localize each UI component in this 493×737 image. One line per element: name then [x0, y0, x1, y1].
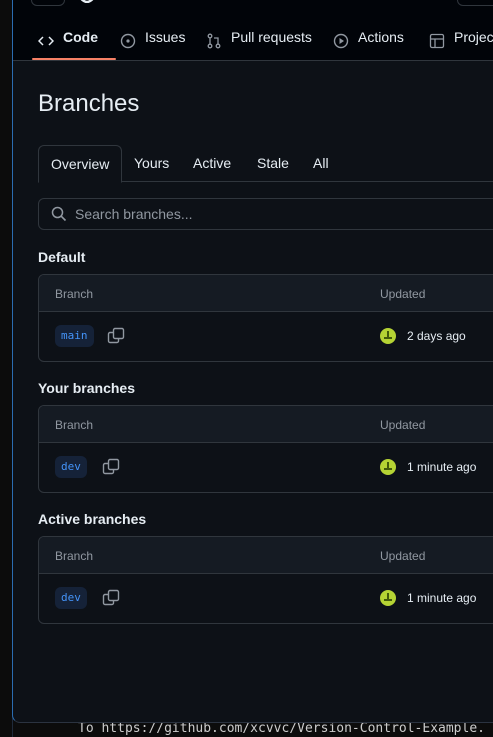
tab-stale[interactable]: Stale	[257, 145, 289, 181]
avatar[interactable]	[380, 590, 396, 606]
tab-pull-requests[interactable]: Pull requests	[206, 22, 312, 60]
repo-nav: Code Issues Pull requests Actions Projec	[13, 22, 493, 60]
section-title-your-branches: Your branches	[38, 380, 135, 396]
table-row: dev 1 minute ago	[39, 443, 493, 492]
repo-header: Code Issues Pull requests Actions Projec	[13, 0, 493, 61]
avatar[interactable]	[380, 328, 396, 344]
column-header-updated: Updated	[380, 549, 426, 563]
issue-opened-icon	[120, 29, 136, 49]
table-header: Branch Updated	[39, 537, 493, 574]
tab-issues-label: Issues	[145, 29, 186, 45]
branch-table-yours: Branch Updated dev 1 minute ago	[38, 405, 493, 493]
play-icon	[333, 29, 349, 49]
column-header-updated: Updated	[380, 418, 426, 432]
browser-window: Code Issues Pull requests Actions Projec…	[12, 0, 493, 723]
tab-yours[interactable]: Yours	[134, 145, 169, 181]
table-row: main 2 days ago	[39, 312, 493, 361]
search-branches	[38, 198, 493, 230]
active-tab-underline	[32, 58, 116, 60]
search-input[interactable]	[75, 204, 475, 224]
updated-time: 1 minute ago	[407, 591, 477, 605]
tab-projects[interactable]: Projec	[429, 22, 493, 60]
tab-overview[interactable]: Overview	[38, 145, 123, 183]
branch-name-link[interactable]: main	[55, 325, 94, 347]
tab-issues[interactable]: Issues	[120, 22, 185, 60]
tab-projects-label: Projec	[454, 29, 493, 45]
github-logo-icon[interactable]	[77, 0, 97, 8]
tab-pull-requests-label: Pull requests	[231, 29, 312, 45]
copy-icon[interactable]	[102, 458, 120, 476]
page-title: Branches	[38, 90, 140, 117]
updated-time: 2 days ago	[407, 329, 466, 343]
tab-code[interactable]: Code	[37, 22, 98, 60]
column-header-updated: Updated	[380, 287, 426, 301]
table-icon	[429, 29, 445, 49]
search-icon	[51, 206, 67, 222]
tab-code-label: Code	[63, 29, 98, 45]
branch-name-link[interactable]: dev	[55, 456, 87, 478]
menu-button[interactable]	[31, 0, 65, 6]
branch-filter-tabs: Overview Yours Active Stale All	[38, 145, 493, 183]
branch-table-active: Branch Updated dev 1 minute ago	[38, 536, 493, 624]
code-icon	[37, 29, 55, 46]
updated-time: 1 minute ago	[407, 460, 477, 474]
section-title-active-branches: Active branches	[38, 511, 147, 527]
git-pull-request-icon	[206, 29, 222, 49]
header-search-button[interactable]	[457, 0, 493, 6]
terminal-output-line: To https://github.com/xcvvc/Version-Cont…	[78, 721, 485, 736]
table-header: Branch Updated	[39, 406, 493, 443]
tab-active[interactable]: Active	[193, 145, 231, 181]
copy-icon[interactable]	[107, 327, 125, 345]
column-header-branch: Branch	[55, 287, 94, 301]
column-header-branch: Branch	[55, 549, 94, 563]
copy-icon[interactable]	[102, 589, 120, 607]
avatar[interactable]	[380, 459, 396, 475]
tab-actions[interactable]: Actions	[333, 22, 404, 60]
tab-actions-label: Actions	[358, 29, 404, 45]
table-header: Branch Updated	[39, 275, 493, 312]
section-title-default: Default	[38, 249, 86, 265]
branch-table-default: Branch Updated main 2 days ago	[38, 274, 493, 362]
column-header-branch: Branch	[55, 418, 94, 432]
table-row: dev 1 minute ago	[39, 574, 493, 623]
tab-all[interactable]: All	[313, 145, 329, 181]
branch-name-link[interactable]: dev	[55, 587, 87, 609]
